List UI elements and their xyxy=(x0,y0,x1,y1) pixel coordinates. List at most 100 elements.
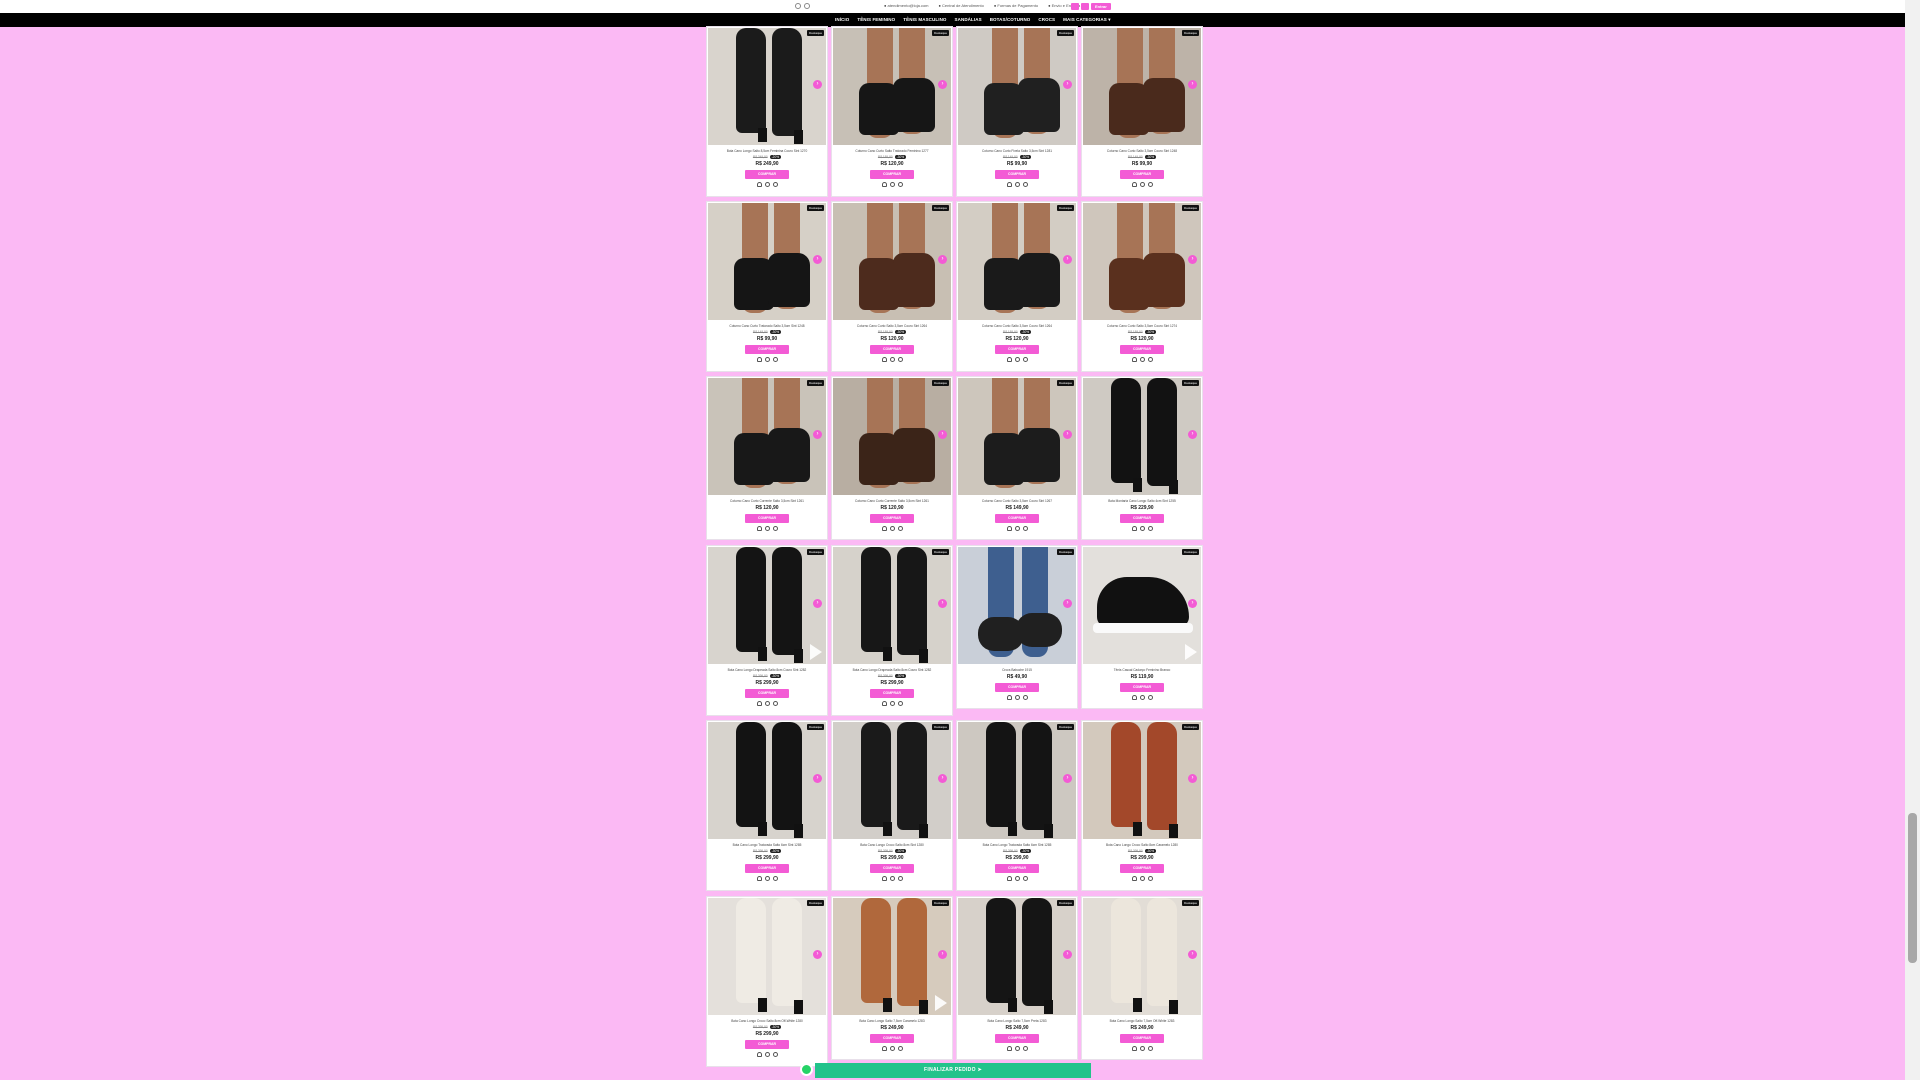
whatsapp-share-icon[interactable] xyxy=(889,876,895,881)
next-image-arrow-icon[interactable]: › xyxy=(938,80,947,89)
favorite-icon[interactable] xyxy=(1006,695,1012,700)
finish-order-button[interactable]: FINALIZAR PEDIDO ➤ xyxy=(815,1063,1091,1078)
product-title[interactable]: Coturno Cano Curto Salto 3,5cm Couro Sin… xyxy=(960,324,1074,328)
share-icon[interactable] xyxy=(1147,695,1153,700)
buy-button[interactable]: COMPRAR xyxy=(1120,514,1164,523)
product-image[interactable]: Destaque › xyxy=(958,378,1076,495)
whatsapp-share-icon[interactable] xyxy=(889,1046,895,1051)
buy-button[interactable]: COMPRAR xyxy=(1120,864,1164,873)
product-image[interactable]: Destaque › xyxy=(1083,28,1201,145)
product-title[interactable]: Bota Cano Longo Croco Salto 8cm Caramelo… xyxy=(1085,843,1199,847)
whatsapp-share-icon[interactable] xyxy=(1014,876,1020,881)
favorite-icon[interactable] xyxy=(1131,1046,1137,1051)
cart-icon[interactable] xyxy=(1081,3,1089,10)
product-title[interactable]: Bota Cano Longo Drapeada Salto 8cm Couro… xyxy=(835,668,949,672)
play-video-icon[interactable] xyxy=(935,995,947,1011)
support-info[interactable]: Central de Atendimento xyxy=(939,3,984,8)
whatsapp-share-icon[interactable] xyxy=(1014,1046,1020,1051)
next-image-arrow-icon[interactable]: › xyxy=(1063,80,1072,89)
share-icon[interactable] xyxy=(772,876,778,881)
product-card[interactable]: Destaque › Bota Cano Longo Croco Salto 8cm… xyxy=(1081,720,1203,891)
product-card[interactable]: Destaque › Bota Cano Longo Salto 7,5cm Car… xyxy=(831,896,953,1060)
buy-button[interactable]: COMPRAR xyxy=(1120,345,1164,354)
buy-button[interactable]: COMPRAR xyxy=(1120,683,1164,692)
product-title[interactable]: Coturno Cano Curto Salto Tratorado Femin… xyxy=(835,149,949,153)
favorite-icon[interactable] xyxy=(881,876,887,881)
product-card[interactable]: Destaque › Tênis Casual Cadarço Feminino B… xyxy=(1081,545,1203,709)
nav-item-crocs[interactable]: CROCS xyxy=(1038,13,1055,27)
buy-button[interactable]: COMPRAR xyxy=(1120,170,1164,179)
next-image-arrow-icon[interactable]: › xyxy=(1188,599,1197,608)
nav-item-mais-categorias[interactable]: MAIS CATEGORIAS ▾ xyxy=(1063,13,1110,27)
buy-button[interactable]: COMPRAR xyxy=(745,689,789,698)
scrollbar-thumb[interactable] xyxy=(1908,813,1917,963)
product-title[interactable]: Bota Cano Longo Tratorada Salto 6cm Sint… xyxy=(960,843,1074,847)
share-icon[interactable] xyxy=(897,701,903,706)
whatsapp-share-icon[interactable] xyxy=(889,357,895,362)
favorite-icon[interactable] xyxy=(1131,526,1137,531)
product-card[interactable]: Destaque › Coturno Cano Curto Salto 3,5cm … xyxy=(1081,26,1203,197)
share-icon[interactable] xyxy=(897,1046,903,1051)
buy-button[interactable]: COMPRAR xyxy=(995,345,1039,354)
whatsapp-share-icon[interactable] xyxy=(764,1052,770,1057)
whatsapp-share-icon[interactable] xyxy=(764,876,770,881)
favorite-icon[interactable] xyxy=(1131,876,1137,881)
next-image-arrow-icon[interactable]: › xyxy=(813,80,822,89)
product-image[interactable]: Destaque › xyxy=(708,203,826,320)
favorite-icon[interactable] xyxy=(756,357,762,362)
product-image[interactable]: Destaque › xyxy=(958,898,1076,1015)
whatsapp-share-icon[interactable] xyxy=(1014,695,1020,700)
product-image[interactable]: Destaque › xyxy=(1083,898,1201,1015)
product-title[interactable]: Bota Montaria Cano Longo Salto 4cm Sint … xyxy=(1085,499,1199,503)
share-icon[interactable] xyxy=(897,526,903,531)
product-title[interactable]: Coturno Cano Curto Salto 3,5cm Couro Sin… xyxy=(835,324,949,328)
buy-button[interactable]: COMPRAR xyxy=(870,170,914,179)
buy-button[interactable]: COMPRAR xyxy=(870,1034,914,1043)
product-image[interactable]: Destaque › xyxy=(708,28,826,145)
whatsapp-share-icon[interactable] xyxy=(764,182,770,187)
scrollbar[interactable] xyxy=(1905,0,1920,1080)
share-icon[interactable] xyxy=(1022,182,1028,187)
nav-item-tenis-masculino[interactable]: TÊNIS MASCULINO xyxy=(903,13,946,27)
play-video-icon[interactable] xyxy=(1185,644,1197,660)
favorite-icon[interactable] xyxy=(881,182,887,187)
next-image-arrow-icon[interactable]: › xyxy=(813,774,822,783)
next-image-arrow-icon[interactable]: › xyxy=(813,255,822,264)
product-card[interactable]: Destaque › Coturno Cano Curto Salto 3,5cm … xyxy=(956,376,1078,540)
share-icon[interactable] xyxy=(1147,876,1153,881)
whatsapp-share-icon[interactable] xyxy=(764,526,770,531)
product-image[interactable]: Destaque › xyxy=(833,378,951,495)
whatsapp-float-icon[interactable] xyxy=(800,1063,813,1076)
favorite-icon[interactable] xyxy=(1006,182,1012,187)
nav-item-sandalias[interactable]: SANDÁLIAS xyxy=(955,13,982,27)
next-image-arrow-icon[interactable]: › xyxy=(938,430,947,439)
product-title[interactable]: Coturno Cano Curto Corrente Salto 3,5cm … xyxy=(710,499,824,503)
next-image-arrow-icon[interactable]: › xyxy=(813,430,822,439)
favorite-icon[interactable] xyxy=(756,182,762,187)
share-icon[interactable] xyxy=(1147,357,1153,362)
product-title[interactable]: Bota Cano Longo Croco Salto 8cm Off-Whit… xyxy=(710,1019,824,1023)
product-card[interactable]: Destaque › Bota Cano Longo Tratorada Salto… xyxy=(706,720,828,891)
product-card[interactable]: Destaque › Bota Cano Longo Tratorada Salto… xyxy=(956,720,1078,891)
buy-button[interactable]: COMPRAR xyxy=(870,345,914,354)
next-image-arrow-icon[interactable]: › xyxy=(938,255,947,264)
whatsapp-share-icon[interactable] xyxy=(1139,876,1145,881)
product-title[interactable]: Tênis Casual Cadarço Feminino Branco xyxy=(1085,668,1199,672)
product-image[interactable]: Destaque › xyxy=(958,28,1076,145)
product-card[interactable]: Destaque › Coturno Cano Curto Tratorado Sa… xyxy=(706,201,828,372)
product-image[interactable]: Destaque › xyxy=(958,722,1076,839)
share-icon[interactable] xyxy=(1022,526,1028,531)
product-title[interactable]: Bota Cano Longo Salto 7,5cm Off-White 12… xyxy=(1085,1019,1199,1023)
product-image[interactable]: Destaque › xyxy=(1083,203,1201,320)
favorite-icon[interactable] xyxy=(756,526,762,531)
buy-button[interactable]: COMPRAR xyxy=(745,1040,789,1049)
product-title[interactable]: Coturno Cano Curto Salto 3,5cm Couro Sin… xyxy=(960,499,1074,503)
whatsapp-share-icon[interactable] xyxy=(764,701,770,706)
next-image-arrow-icon[interactable]: › xyxy=(1063,774,1072,783)
next-image-arrow-icon[interactable]: › xyxy=(1188,950,1197,959)
product-image[interactable]: Destaque › xyxy=(708,547,826,664)
whatsapp-share-icon[interactable] xyxy=(1139,182,1145,187)
buy-button[interactable]: COMPRAR xyxy=(995,1034,1039,1043)
product-image[interactable]: Destaque › xyxy=(833,203,951,320)
favorite-icon[interactable] xyxy=(881,526,887,531)
